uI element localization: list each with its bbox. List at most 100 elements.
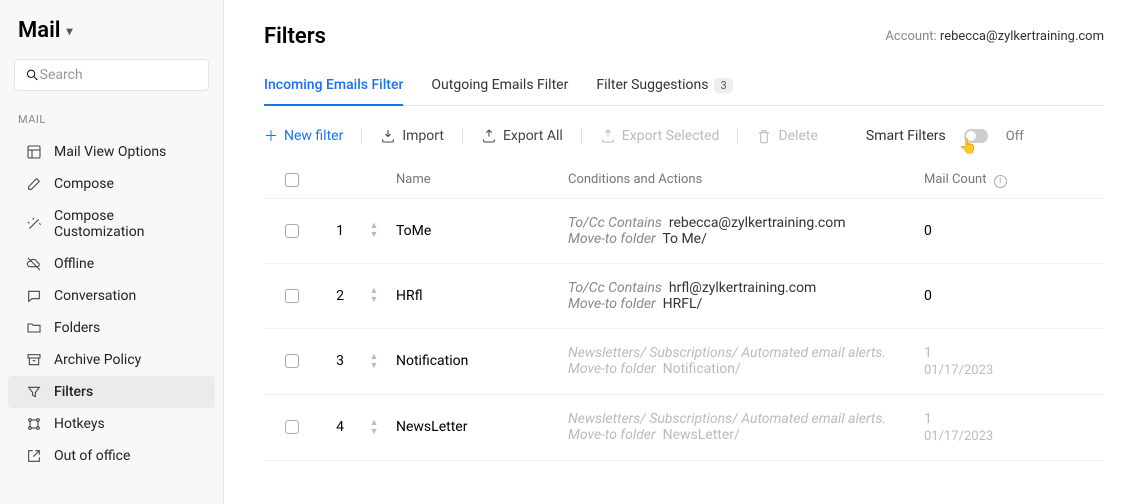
select-all-checkbox[interactable] xyxy=(285,173,299,187)
chevron-down-icon: ▼ xyxy=(370,231,379,239)
arrow-out-icon xyxy=(26,448,42,464)
sidebar-item-label: Compose Customization xyxy=(54,208,197,240)
tabs: Incoming Emails Filter Outgoing Emails Fi… xyxy=(264,77,1104,106)
sidebar-item-compose-customization[interactable]: Compose Customization xyxy=(8,200,215,248)
sidebar-item-label: Filters xyxy=(54,384,93,400)
toolbar: ＋ New filter Import Export All Export Se… xyxy=(264,126,1104,146)
sidebar-item-mail-view-options[interactable]: Mail View Options xyxy=(8,136,215,168)
section-label: MAIL xyxy=(0,113,223,126)
row-conditions: To/Cc Contains rebecca@zylkertraining.co… xyxy=(568,215,924,247)
tab-incoming[interactable]: Incoming Emails Filter xyxy=(264,77,403,105)
info-icon[interactable]: i xyxy=(994,175,1007,188)
chevron-down-icon: ▼ xyxy=(370,362,379,370)
plus-icon: ＋ xyxy=(264,126,278,146)
keyboard-icon xyxy=(26,416,42,432)
new-filter-button[interactable]: ＋ New filter xyxy=(264,126,343,146)
app-switcher[interactable]: Mail ▾ xyxy=(0,18,223,43)
trash-icon xyxy=(756,128,772,144)
table-header: Name Conditions and Actions Mail Count i xyxy=(264,162,1104,199)
app-name: Mail xyxy=(18,18,61,43)
export-all-button[interactable]: Export All xyxy=(481,128,563,144)
sidebar-item-conversation[interactable]: Conversation xyxy=(8,280,215,312)
smart-filters-state: Off xyxy=(1006,129,1024,144)
chevron-up-icon: ▲ xyxy=(370,287,379,295)
col-mail-count: Mail Count i xyxy=(924,172,1104,188)
filter-row: 3▲▼NotificationNewsletters/ Subscription… xyxy=(264,329,1104,395)
delete-button[interactable]: Delete xyxy=(756,128,817,144)
cloud-off-icon xyxy=(26,256,42,272)
sidebar-item-label: Out of office xyxy=(54,448,130,464)
row-name: NewsLetter xyxy=(388,419,568,435)
import-label: Import xyxy=(402,128,444,144)
sidebar-item-label: Folders xyxy=(54,320,100,336)
import-icon xyxy=(380,128,396,144)
filter-row: 1▲▼ToMeTo/Cc Contains rebecca@zylkertrai… xyxy=(264,199,1104,264)
import-button[interactable]: Import xyxy=(380,128,444,144)
row-checkbox[interactable] xyxy=(285,224,299,238)
chevron-up-icon: ▲ xyxy=(370,222,379,230)
chevron-down-icon: ▼ xyxy=(370,428,379,436)
chevron-down-icon: ▼ xyxy=(370,296,379,304)
sidebar-item-label: Offline xyxy=(54,256,94,272)
sidebar-item-out-of-office[interactable]: Out of office xyxy=(8,440,215,472)
chevron-down-icon: ▾ xyxy=(67,24,73,38)
separator xyxy=(462,128,463,144)
smart-filters-toggle[interactable]: 👆 xyxy=(964,129,988,143)
export-icon xyxy=(600,128,616,144)
tab-outgoing[interactable]: Outgoing Emails Filter xyxy=(431,77,568,105)
account-label: Account: xyxy=(885,29,936,44)
sidebar-item-label: Compose xyxy=(54,176,114,192)
separator xyxy=(361,128,362,144)
reorder-handle[interactable]: ▲▼ xyxy=(360,353,388,370)
row-checkbox[interactable] xyxy=(285,289,299,303)
sidebar-item-hotkeys[interactable]: Hotkeys xyxy=(8,408,215,440)
cursor-icon: 👆 xyxy=(959,137,978,155)
filter-row: 2▲▼HRflTo/Cc Contains hrfl@zylkertrainin… xyxy=(264,264,1104,329)
row-checkbox[interactable] xyxy=(285,420,299,434)
col-conditions: Conditions and Actions xyxy=(568,172,924,187)
row-mail-count: 0 xyxy=(924,288,1104,304)
tab-badge: 3 xyxy=(714,78,732,93)
export-selected-button[interactable]: Export Selected xyxy=(600,128,720,144)
edit-icon xyxy=(26,176,42,192)
filter-rows: 1▲▼ToMeTo/Cc Contains rebecca@zylkertrai… xyxy=(264,199,1104,461)
tab-label: Filter Suggestions xyxy=(596,77,708,93)
search-input[interactable] xyxy=(40,67,198,83)
sidebar-item-compose[interactable]: Compose xyxy=(8,168,215,200)
export-selected-label: Export Selected xyxy=(622,128,720,144)
row-mail-count: 0 xyxy=(924,223,1104,239)
row-order: 3 xyxy=(320,353,360,369)
row-name: Notification xyxy=(388,353,568,369)
sidebar-item-folders[interactable]: Folders xyxy=(8,312,215,344)
tab-label: Outgoing Emails Filter xyxy=(431,77,568,93)
row-order: 1 xyxy=(320,223,360,239)
col-name: Name xyxy=(388,172,568,187)
tab-suggestions[interactable]: Filter Suggestions 3 xyxy=(596,77,732,105)
reorder-handle[interactable]: ▲▼ xyxy=(360,419,388,436)
reorder-handle[interactable]: ▲▼ xyxy=(360,287,388,304)
tab-label: Incoming Emails Filter xyxy=(264,77,403,93)
wand-icon xyxy=(26,216,42,232)
smart-filters-label: Smart Filters xyxy=(866,128,946,144)
delete-label: Delete xyxy=(778,128,817,144)
row-order: 2 xyxy=(320,288,360,304)
folder-icon xyxy=(26,320,42,336)
reorder-handle[interactable]: ▲▼ xyxy=(360,222,388,239)
row-name: ToMe xyxy=(388,223,568,239)
sidebar-item-offline[interactable]: Offline xyxy=(8,248,215,280)
row-conditions: To/Cc Contains hrfl@zylkertraining.comMo… xyxy=(568,280,924,312)
sidebar-item-filters[interactable]: Filters xyxy=(8,376,215,408)
search-icon xyxy=(25,67,40,83)
search-box[interactable] xyxy=(14,59,209,91)
filter-icon xyxy=(26,384,42,400)
sidebar-item-archive-policy[interactable]: Archive Policy xyxy=(8,344,215,376)
separator xyxy=(581,128,582,144)
sidebar-item-label: Mail View Options xyxy=(54,144,166,160)
layout-icon xyxy=(26,144,42,160)
new-filter-label: New filter xyxy=(284,128,343,144)
separator xyxy=(737,128,738,144)
row-checkbox[interactable] xyxy=(285,354,299,368)
row-order: 4 xyxy=(320,419,360,435)
account-display: Account: rebecca@zylkertraining.com xyxy=(885,29,1104,44)
main-panel: Filters Account: rebecca@zylkertraining.… xyxy=(224,0,1144,504)
